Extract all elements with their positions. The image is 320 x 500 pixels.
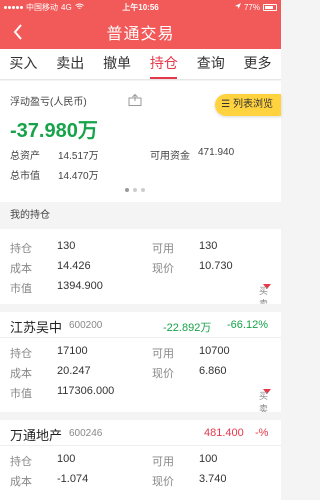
position-value: 130 [57,240,76,252]
tab-holdings[interactable]: 持仓 [140,49,187,79]
available-label: 可用 [152,348,174,360]
total-assets-label: 总资产 [10,151,40,162]
market-value-value: 117306.000 [57,385,115,397]
available-value: 130 [199,240,218,252]
cost-value: 20.247 [57,365,91,377]
price-value: 6.860 [199,365,227,377]
tab-sell[interactable]: 卖出 [47,49,94,79]
floating-pl-label: 浮动盈亏(人民币) [10,97,87,108]
back-button[interactable] [6,20,30,44]
status-bar: 中国移动 4G 上午10:56 77% [0,0,281,14]
cost-label: 成本 [10,263,32,275]
holding-header: 江苏吴中 600200 -22.892万 -66.12% [0,312,281,338]
battery-icon [263,3,277,11]
trade-action-button[interactable]: 买卖操作 [259,386,271,440]
holding-card[interactable]: 万通地产 600246 481.400 -% 持仓 100 可用 100 成本 … [0,420,281,500]
page-dot [133,188,137,192]
pl-percent: -66.12% [227,319,268,331]
chevron-left-icon [13,24,22,40]
floating-pl-value: -37.980万 [10,120,98,142]
holding-row: 持仓 100 可用 100 [0,450,281,470]
trade-tabs: 买入 卖出 撤单 持仓 查询 更多 [0,49,281,80]
total-market-value-value: 14.470万 [58,171,99,182]
list-view-label: 列表浏览 [233,99,273,110]
divider [0,304,281,312]
share-icon[interactable] [128,93,142,106]
signal-icon [4,5,23,9]
price-value: 3.740 [199,473,227,485]
tab-cancel-order[interactable]: 撤单 [94,49,141,79]
tab-buy[interactable]: 买入 [0,49,47,79]
available-funds-value: 471.940 [198,147,235,158]
market-value-label: 市值 [10,388,32,400]
price-label: 现价 [152,263,174,275]
holding-row: 市值 117306.000 买卖操作 [0,382,281,440]
battery-percent: 77% [243,2,260,12]
account-summary: 浮动盈亏(人民币) -37.980万 ☰ 列表浏览 总资产 14.517万 可用… [0,81,281,202]
position-value: 17100 [57,345,88,357]
carrier-label: 中国移动 [26,2,58,12]
trade-action-button[interactable]: 买卖操作 [259,281,271,335]
wifi-icon [74,3,84,12]
price-value: 10.730 [199,260,233,272]
holding-row: 成本 14.426 现价 10.730 [0,257,281,277]
position-label: 持仓 [10,348,32,360]
cost-label: 成本 [10,368,32,380]
position-label: 持仓 [10,456,32,468]
page-indicator [125,188,145,192]
holding-row: 成本 -1.074 现价 3.740 [0,470,281,490]
available-value: 10700 [199,345,230,357]
holding-card[interactable]: 持仓 130 可用 130 成本 14.426 现价 10.730 市值 139… [0,229,281,335]
stock-name: 江苏吴中 [10,320,63,335]
cost-value: -1.074 [57,473,89,485]
network-label: 4G [61,2,72,12]
pl-amount: 481.400 [204,427,244,439]
position-value: 100 [57,453,76,465]
stock-code: 600200 [69,320,103,331]
tab-more[interactable]: 更多 [234,49,281,79]
holding-row: 持仓 130 可用 130 [0,237,281,257]
list-icon: ☰ [221,99,231,110]
available-label: 可用 [152,456,174,468]
available-label: 可用 [152,243,174,255]
nav-bar: 普通交易 [0,14,281,49]
stock-code: 600246 [69,428,103,439]
pl-amount: -22.892万 [163,322,212,334]
cost-value: 14.426 [57,260,91,272]
cost-label: 成本 [10,476,32,488]
list-view-button[interactable]: ☰ 列表浏览 [215,94,281,116]
holding-row: 持仓 17100 可用 10700 [0,342,281,362]
holding-row: 市值 1394.900 买卖操作 [0,277,281,335]
price-label: 现价 [152,368,174,380]
page-dot [125,188,129,192]
location-icon [234,2,241,12]
market-value-label: 市值 [10,283,32,295]
divider [0,412,281,420]
holding-card[interactable]: 江苏吴中 600200 -22.892万 -66.12% 持仓 17100 可用… [0,312,281,440]
pl-percent: -% [255,427,269,439]
position-label: 持仓 [10,243,32,255]
holdings-section-title: 我的持仓 [0,202,281,229]
total-assets-value: 14.517万 [58,151,99,162]
market-value-value: 1394.900 [57,280,103,292]
page-title: 普通交易 [106,25,175,43]
holding-row: 成本 20.247 现价 6.860 [0,362,281,382]
available-value: 100 [199,453,218,465]
holding-header: 万通地产 600246 481.400 -% [0,420,281,446]
page-dot [141,188,145,192]
stock-name: 万通地产 [10,428,63,443]
available-funds-label: 可用资金 [150,151,190,162]
price-label: 现价 [152,476,174,488]
total-market-value-label: 总市值 [10,171,40,182]
tab-query[interactable]: 查询 [187,49,234,79]
